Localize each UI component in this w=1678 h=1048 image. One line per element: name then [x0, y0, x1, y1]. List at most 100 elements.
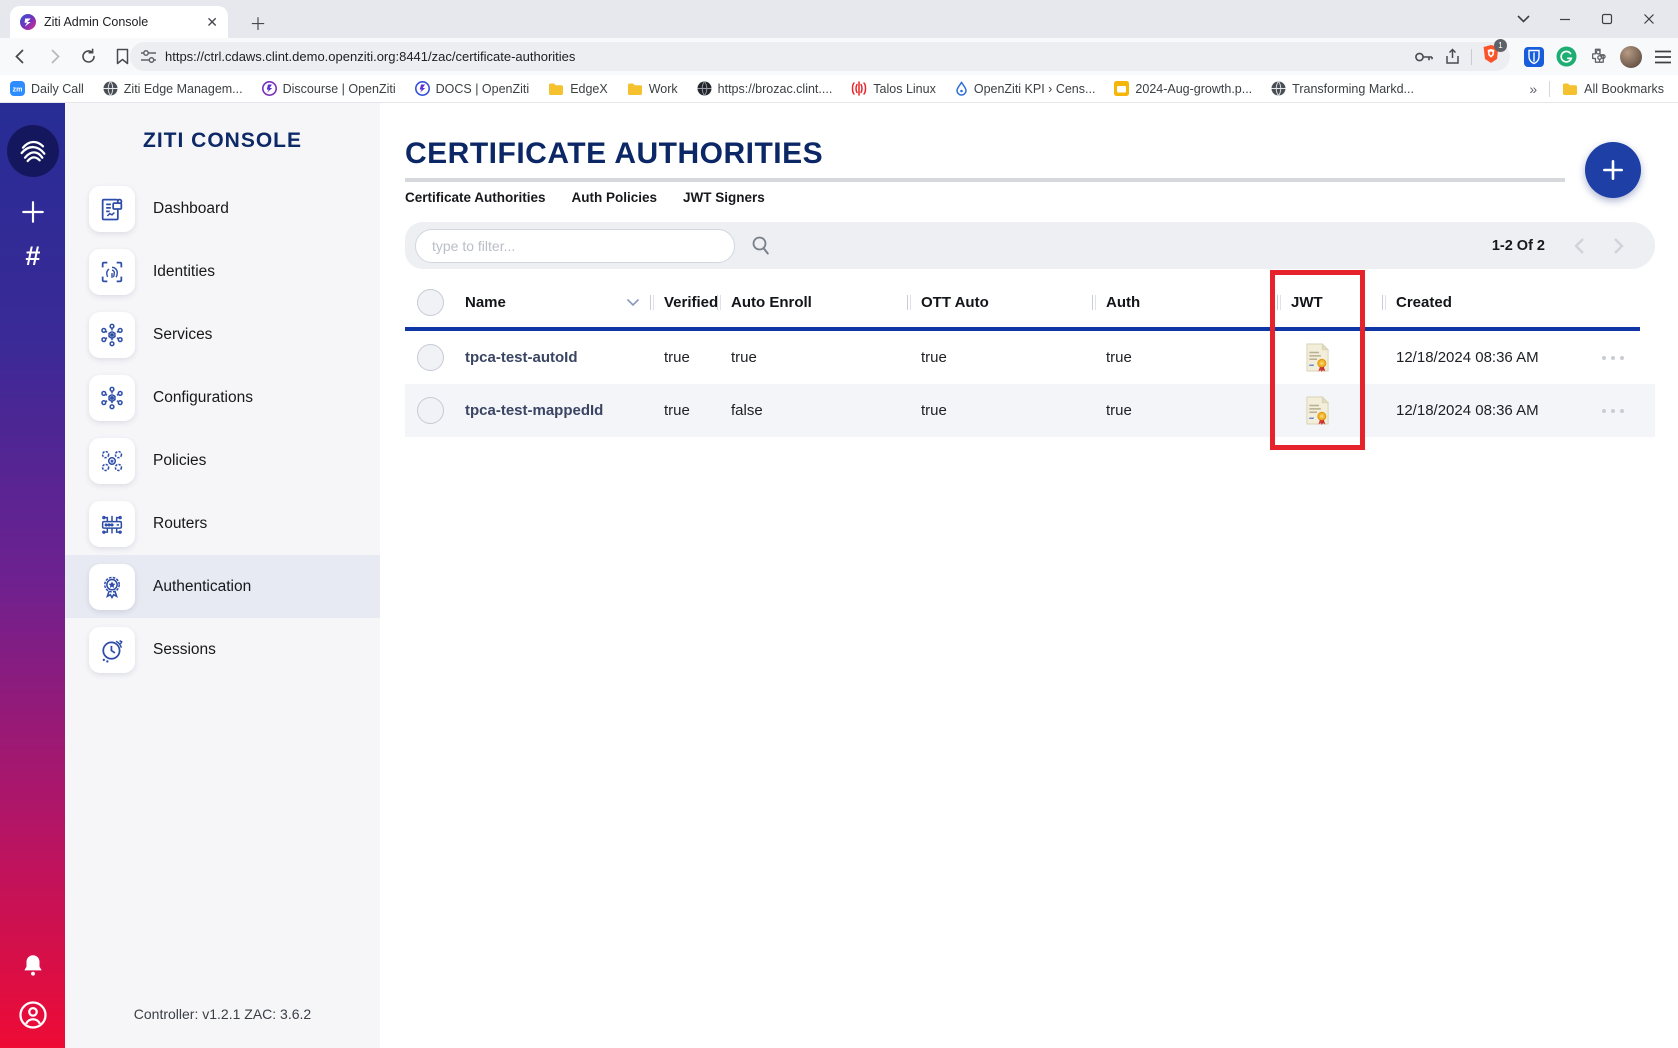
column-header-jwt[interactable]: JWT [1291, 294, 1323, 311]
pagination-prev-icon[interactable] [1573, 237, 1585, 255]
column-resize-handle[interactable] [1382, 295, 1386, 310]
bookmark-item[interactable]: https://brozac.clint.... [697, 81, 833, 96]
sidebar-item-policies[interactable]: Policies [65, 429, 380, 492]
slides-icon [1114, 81, 1129, 96]
sidebar-item-identities[interactable]: Identities [65, 240, 380, 303]
section-tabs: Certificate Authorities Auth Policies JW… [405, 190, 1655, 205]
sidebar-item-routers[interactable]: Routers [65, 492, 380, 555]
row-actions-menu-icon[interactable] [1557, 331, 1655, 384]
window-maximize-icon[interactable] [1586, 0, 1628, 38]
url-bar[interactable]: https://ctrl.cdaws.clint.demo.openziti.o… [130, 42, 1510, 71]
column-header-created[interactable]: Created [1396, 294, 1452, 311]
app-rail: # [0, 103, 65, 1048]
sidebar-item-label: Identities [153, 263, 215, 281]
sidebar-item-dashboard[interactable]: Dashboard [65, 177, 380, 240]
tune-icon[interactable] [140, 49, 157, 64]
ca-table: Name Verified Auto Enroll OTT Auto Auth … [405, 277, 1655, 437]
ca-name[interactable]: tpca-test-autoId [455, 331, 650, 384]
column-resize-handle[interactable] [1092, 295, 1096, 310]
window-minimize-icon[interactable] [1544, 0, 1586, 38]
bookmark-item[interactable]: Talos Linux [851, 81, 936, 96]
row-checkbox[interactable] [417, 397, 444, 424]
page-title: CERTIFICATE AUTHORITIES [405, 139, 1655, 169]
openziti-logo-icon[interactable] [7, 125, 59, 177]
folder-icon [627, 82, 643, 96]
table-row[interactable]: tpca-test-mappedId true false true true [405, 384, 1655, 437]
folder-icon [548, 82, 564, 96]
profile-avatar[interactable] [1620, 46, 1642, 68]
globe-icon [697, 81, 712, 96]
verified-value: true [650, 384, 717, 437]
sidebar-item-authentication[interactable]: Authentication [65, 555, 380, 618]
sidebar-item-configurations[interactable]: Configurations [65, 366, 380, 429]
openziti-icon [262, 81, 277, 96]
bookmark-item[interactable]: EdgeX [548, 82, 608, 96]
hash-icon[interactable]: # [25, 241, 40, 272]
fingerprint-icon [89, 249, 135, 295]
shield-badge: 1 [1494, 39, 1507, 52]
new-tab-icon[interactable]: ＋ [246, 10, 270, 34]
all-bookmarks-button[interactable]: All Bookmarks [1562, 82, 1664, 96]
certificate-jwt-icon[interactable] [1305, 343, 1330, 372]
share-icon[interactable] [1444, 48, 1461, 65]
column-header-auto-enroll[interactable]: Auto Enroll [731, 294, 812, 311]
sidebar-item-services[interactable]: Services [65, 303, 380, 366]
column-header-name[interactable]: Name [465, 294, 506, 311]
sidebar-item-label: Configurations [153, 389, 253, 407]
tab-jwt-signers[interactable]: JWT Signers [683, 190, 765, 205]
menu-hamburger-icon[interactable] [1654, 50, 1672, 64]
bookmark-item[interactable]: DOCS | OpenZiti [415, 81, 530, 96]
reload-icon[interactable] [74, 43, 102, 71]
extensions-puzzle-icon[interactable] [1589, 47, 1608, 66]
row-actions-menu-icon[interactable] [1557, 384, 1655, 437]
column-header-ott-auto[interactable]: OTT Auto [921, 294, 989, 311]
zoom-icon: zm [10, 81, 25, 96]
bookmark-item[interactable]: zm Daily Call [10, 81, 84, 96]
bookmark-item[interactable]: Transforming Markd... [1271, 81, 1414, 96]
add-certificate-authority-button[interactable] [1585, 142, 1641, 198]
sidebar-item-label: Dashboard [153, 200, 229, 218]
add-icon[interactable] [20, 199, 46, 225]
table-header: Name Verified Auto Enroll OTT Auto Auth … [405, 277, 1655, 327]
row-checkbox[interactable] [417, 344, 444, 371]
column-header-auth[interactable]: Auth [1106, 294, 1140, 311]
pagination-next-icon[interactable] [1613, 237, 1625, 255]
notifications-bell-icon[interactable] [20, 952, 46, 978]
select-all-checkbox[interactable] [417, 289, 444, 316]
divider [1471, 49, 1472, 65]
column-header-verified[interactable]: Verified [664, 294, 718, 311]
tab-search-chevron-icon[interactable] [1502, 0, 1544, 38]
password-key-icon[interactable] [1414, 50, 1434, 64]
ca-name[interactable]: tpca-test-mappedId [455, 384, 650, 437]
ott-auto-value: true [907, 384, 1092, 437]
forward-icon[interactable] [40, 43, 68, 71]
sort-chevron-icon[interactable] [626, 298, 640, 307]
column-resize-handle[interactable] [650, 295, 654, 310]
tab-close-icon[interactable]: ✕ [206, 14, 218, 31]
bookmarks-overflow-icon[interactable]: » [1529, 81, 1537, 97]
bookmark-item[interactable]: OpenZiti KPI › Cens... [955, 81, 1096, 96]
tab-auth-policies[interactable]: Auth Policies [572, 190, 658, 205]
window-close-icon[interactable] [1628, 0, 1670, 38]
filter-input[interactable] [415, 229, 735, 263]
tab-certificate-authorities[interactable]: Certificate Authorities [405, 190, 546, 205]
app-title: ZITI CONSOLE [65, 129, 380, 153]
sidebar-item-label: Authentication [153, 578, 251, 596]
search-icon[interactable] [749, 234, 773, 258]
bookmark-item[interactable]: 2024-Aug-growth.p... [1114, 81, 1252, 96]
browser-tab[interactable]: Ziti Admin Console ✕ [10, 6, 228, 38]
column-resize-handle[interactable] [1277, 295, 1281, 310]
table-row[interactable]: tpca-test-autoId true true true true [405, 331, 1655, 384]
bookmark-item[interactable]: Work [627, 82, 678, 96]
certificate-jwt-icon[interactable] [1305, 396, 1330, 425]
bookmark-item[interactable]: Ziti Edge Managem... [103, 81, 243, 96]
column-resize-handle[interactable] [907, 295, 911, 310]
grammarly-icon[interactable] [1556, 46, 1577, 67]
bitwarden-icon[interactable] [1524, 47, 1544, 67]
profile-icon[interactable] [18, 1000, 48, 1030]
column-resize-handle[interactable] [717, 295, 721, 310]
brave-shield-icon[interactable]: 1 [1482, 44, 1500, 69]
sidebar-item-sessions[interactable]: Sessions [65, 618, 380, 681]
bookmark-item[interactable]: Discourse | OpenZiti [262, 81, 396, 96]
back-icon[interactable] [6, 43, 34, 71]
